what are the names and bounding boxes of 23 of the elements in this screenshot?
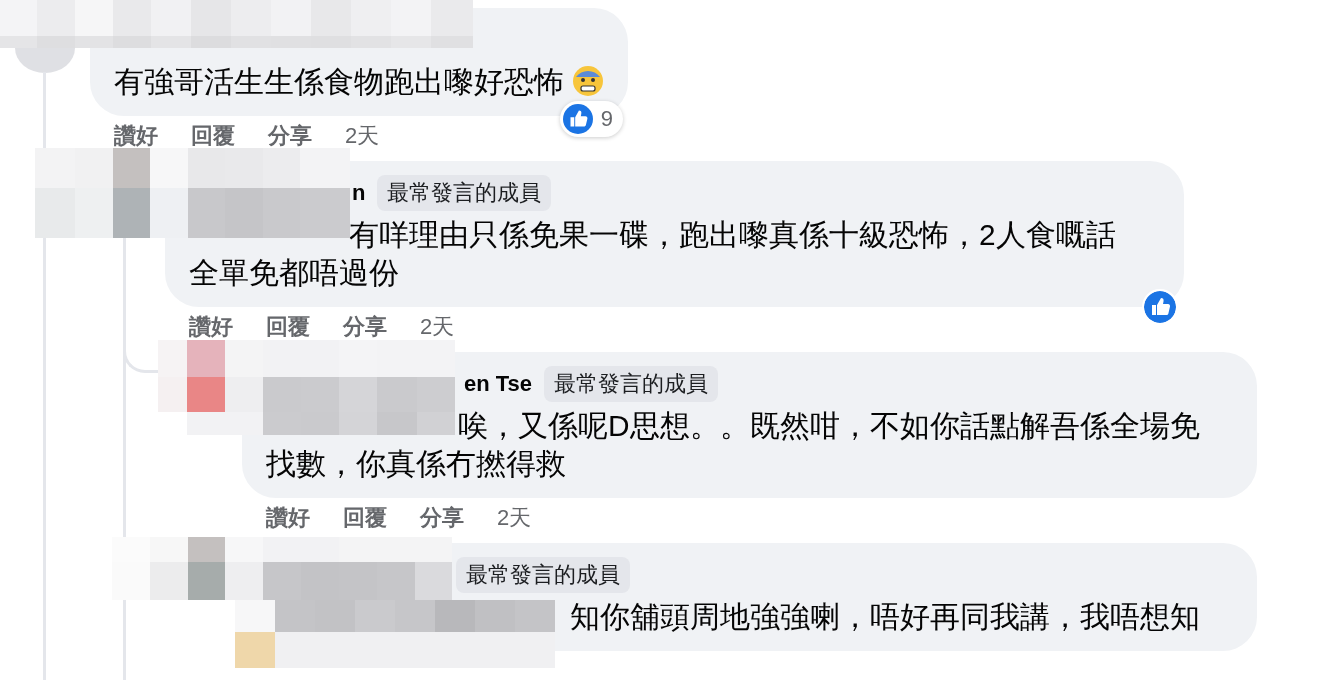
action-link[interactable]: 讚好 xyxy=(189,312,233,342)
timestamp[interactable]: 2天 xyxy=(345,121,380,151)
reaction-count[interactable]: 9 xyxy=(559,101,623,137)
author-name[interactable]: n xyxy=(352,180,366,206)
author-name[interactable]: en Tse xyxy=(464,371,533,397)
thumbs-up-icon xyxy=(562,104,593,134)
member-badge: 最常發言的成員 xyxy=(456,557,630,593)
action-link[interactable]: 回覆 xyxy=(191,121,235,151)
comment-text: 有咩理由只係免果一碟，跑出嚟真係十級恐怖，2人食嘅話全單免都唔過份 xyxy=(189,218,1116,289)
action-link[interactable]: 回覆 xyxy=(343,503,387,533)
action-link[interactable]: 讚好 xyxy=(266,503,310,533)
action-link[interactable]: 分享 xyxy=(343,312,387,342)
member-badge: 最常發言的成員 xyxy=(377,175,552,211)
action-link[interactable]: 分享 xyxy=(268,121,312,151)
action-link[interactable]: 分享 xyxy=(420,503,464,533)
comment-text: 唉，又係呢D思想。。既然咁，不如你話點解吾係全場免找數，你真係冇撚得救 xyxy=(266,409,1200,480)
timestamp[interactable]: 2天 xyxy=(497,503,532,533)
timestamp[interactable]: 2天 xyxy=(420,312,455,342)
member-badge: 最常發言的成員 xyxy=(544,366,719,402)
action-link[interactable]: 回覆 xyxy=(266,312,310,342)
comment-text: 知你舖頭周地強強喇，唔好再同我講，我唔想知 xyxy=(570,600,1200,633)
comment-text: 有強哥活生生係食物跑出嚟好恐怖 xyxy=(114,65,564,98)
action-link[interactable]: 讚好 xyxy=(114,121,158,151)
